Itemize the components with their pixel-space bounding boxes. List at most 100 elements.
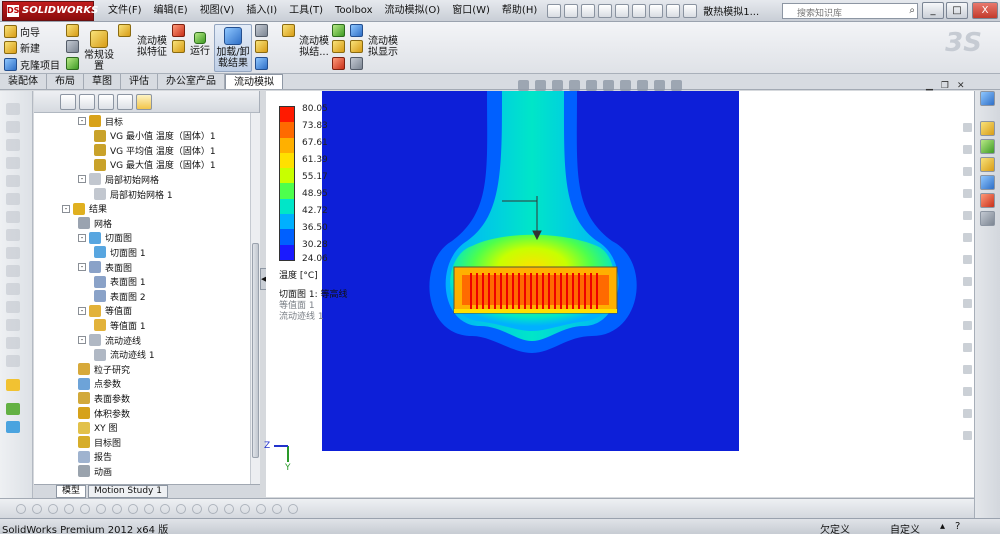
tree-item[interactable]: 切面图 1 [94, 245, 146, 259]
search-input[interactable]: 搜索知识库 ⌕ [782, 3, 918, 19]
sketch-tool-11-icon[interactable] [176, 504, 186, 514]
rs-tool-13-icon[interactable] [963, 387, 972, 396]
file-properties-icon[interactable] [666, 3, 681, 18]
sketch-tool-13-icon[interactable] [208, 504, 218, 514]
tree-item[interactable]: 表面参数 [78, 391, 130, 405]
zoom-to-fit-icon[interactable] [518, 80, 529, 91]
tab-motion-study[interactable]: Motion Study 1 [88, 485, 168, 498]
menu-tools[interactable]: 工具(T) [283, 1, 329, 21]
tab-assembly[interactable]: 装配体 [0, 74, 47, 89]
tree-item[interactable]: 表面图 2 [94, 289, 146, 303]
tree-collapse-icon[interactable]: - [78, 175, 86, 184]
rebuild-icon[interactable] [649, 3, 664, 18]
sketch-tool-18-icon[interactable] [288, 504, 298, 514]
help-icon[interactable]: ? [955, 521, 960, 532]
menu-toolbox[interactable]: Toolbox [329, 1, 379, 21]
tree-item[interactable]: 网格 [78, 216, 112, 230]
menu-flow-simulation[interactable]: 流动模拟(O) [379, 1, 447, 21]
sketch-tool-5-icon[interactable] [80, 504, 90, 514]
sketch-tool-9-icon[interactable] [144, 504, 154, 514]
appearance-icon[interactable] [6, 379, 20, 391]
tool-9-icon[interactable] [6, 247, 20, 259]
menu-edit[interactable]: 编辑(E) [148, 1, 194, 21]
restore-button[interactable]: □ [946, 2, 968, 19]
flow-display-button[interactable]: 流动模拟显示 [366, 36, 400, 58]
open-icon[interactable] [564, 3, 579, 18]
sketch-tool-15-icon[interactable] [240, 504, 250, 514]
tree-item[interactable]: - 表面图 [78, 260, 132, 274]
tree-scrollbar-thumb[interactable] [252, 243, 259, 458]
tool-13-icon[interactable] [6, 319, 20, 331]
tree-item[interactable]: 表面图 1 [94, 275, 146, 289]
tree-collapse-icon[interactable]: - [78, 117, 86, 125]
edit-appearance-icon[interactable] [637, 80, 648, 91]
display-manager-tab-icon[interactable] [117, 93, 133, 110]
new-project-button[interactable]: 新建 [4, 40, 40, 55]
rs-tool-12-icon[interactable] [963, 365, 972, 374]
tab-flow-simulation[interactable]: 流动模拟 [225, 74, 283, 89]
temperature-plot[interactable] [322, 91, 739, 451]
menu-window[interactable]: 窗口(W) [446, 1, 496, 21]
flow-trajectory-tool-icon[interactable] [6, 421, 20, 433]
tree-item[interactable]: - 切面图 [78, 231, 132, 245]
tool-k-button[interactable] [332, 24, 348, 37]
viewport-minimize-icon[interactable]: ▁ [926, 81, 933, 91]
sketch-tool-16-icon[interactable] [256, 504, 266, 514]
sketch-tool-6-icon[interactable] [96, 504, 106, 514]
search-icon[interactable]: ⌕ [909, 5, 915, 16]
tree-item[interactable]: 动画 [78, 464, 112, 478]
flow-analysis-tab-icon[interactable] [136, 93, 152, 110]
section-view-icon[interactable] [569, 80, 580, 91]
solidworks-logo[interactable]: DS SOLIDWORKS [2, 0, 98, 21]
viewport-restore-icon[interactable]: ❐ [941, 81, 949, 91]
property-manager-tab-icon[interactable] [79, 93, 95, 110]
print-icon[interactable] [598, 3, 613, 18]
tool-15-icon[interactable] [6, 355, 20, 367]
smart-dimension-icon[interactable] [6, 403, 20, 415]
home-icon[interactable] [980, 121, 995, 136]
rs-tool-15-icon[interactable] [963, 431, 972, 440]
tree-collapse-icon[interactable]: - [78, 336, 86, 344]
rs-tool-5-icon[interactable] [963, 211, 972, 220]
sketch-tool-1-icon[interactable] [16, 504, 26, 514]
tree-item[interactable]: 粒子研究 [78, 362, 130, 376]
sketch-tool-10-icon[interactable] [160, 504, 170, 514]
sketch-tool-17-icon[interactable] [272, 504, 282, 514]
new-document-icon[interactable] [547, 3, 562, 18]
rs-tool-10-icon[interactable] [963, 321, 972, 330]
view-palette-icon[interactable] [980, 175, 995, 190]
tool-f-button[interactable] [172, 40, 188, 53]
tree-collapse-icon[interactable]: - [78, 306, 86, 315]
tool-7-icon[interactable] [6, 211, 20, 223]
run-button[interactable]: 运行 [188, 32, 212, 57]
appearances-icon[interactable] [980, 193, 995, 208]
tool-14-icon[interactable] [6, 337, 20, 349]
rs-tool-8-icon[interactable] [963, 277, 972, 286]
tool-e-button[interactable] [172, 24, 188, 37]
tree-item[interactable]: 等值面 1 [94, 318, 146, 332]
tree-collapse-icon[interactable]: - [78, 233, 86, 242]
tool-i-button[interactable] [255, 57, 271, 70]
menu-view[interactable]: 视图(V) [194, 1, 241, 21]
tree-item[interactable]: - 局部初始网格 [78, 172, 159, 186]
tool-6-icon[interactable] [6, 193, 20, 205]
tool-a-button[interactable] [66, 24, 82, 37]
zoom-to-area-icon[interactable] [535, 80, 546, 91]
tool-l-button[interactable] [332, 40, 348, 53]
tool-d-button[interactable] [118, 24, 134, 37]
rs-tool-14-icon[interactable] [963, 409, 972, 418]
tab-model[interactable]: 模型 [56, 485, 87, 498]
rs-tool-4-icon[interactable] [963, 189, 972, 198]
tree-item[interactable]: 目标图 [78, 435, 121, 449]
tool-11-icon[interactable] [6, 283, 20, 295]
rs-tool-1-icon[interactable] [963, 123, 972, 132]
tree-item[interactable]: 局部初始网格 1 [94, 187, 173, 201]
unit-dropdown-icon[interactable]: ▴ [940, 521, 945, 532]
options-icon[interactable] [683, 3, 698, 18]
rs-tool-6-icon[interactable] [963, 233, 972, 242]
tree-item[interactable]: XY 图 [78, 421, 118, 435]
tree-collapse-icon[interactable]: - [62, 204, 70, 213]
tool-3-icon[interactable] [6, 139, 20, 151]
tool-p-button[interactable] [350, 57, 366, 70]
tool-c-button[interactable] [66, 57, 82, 70]
